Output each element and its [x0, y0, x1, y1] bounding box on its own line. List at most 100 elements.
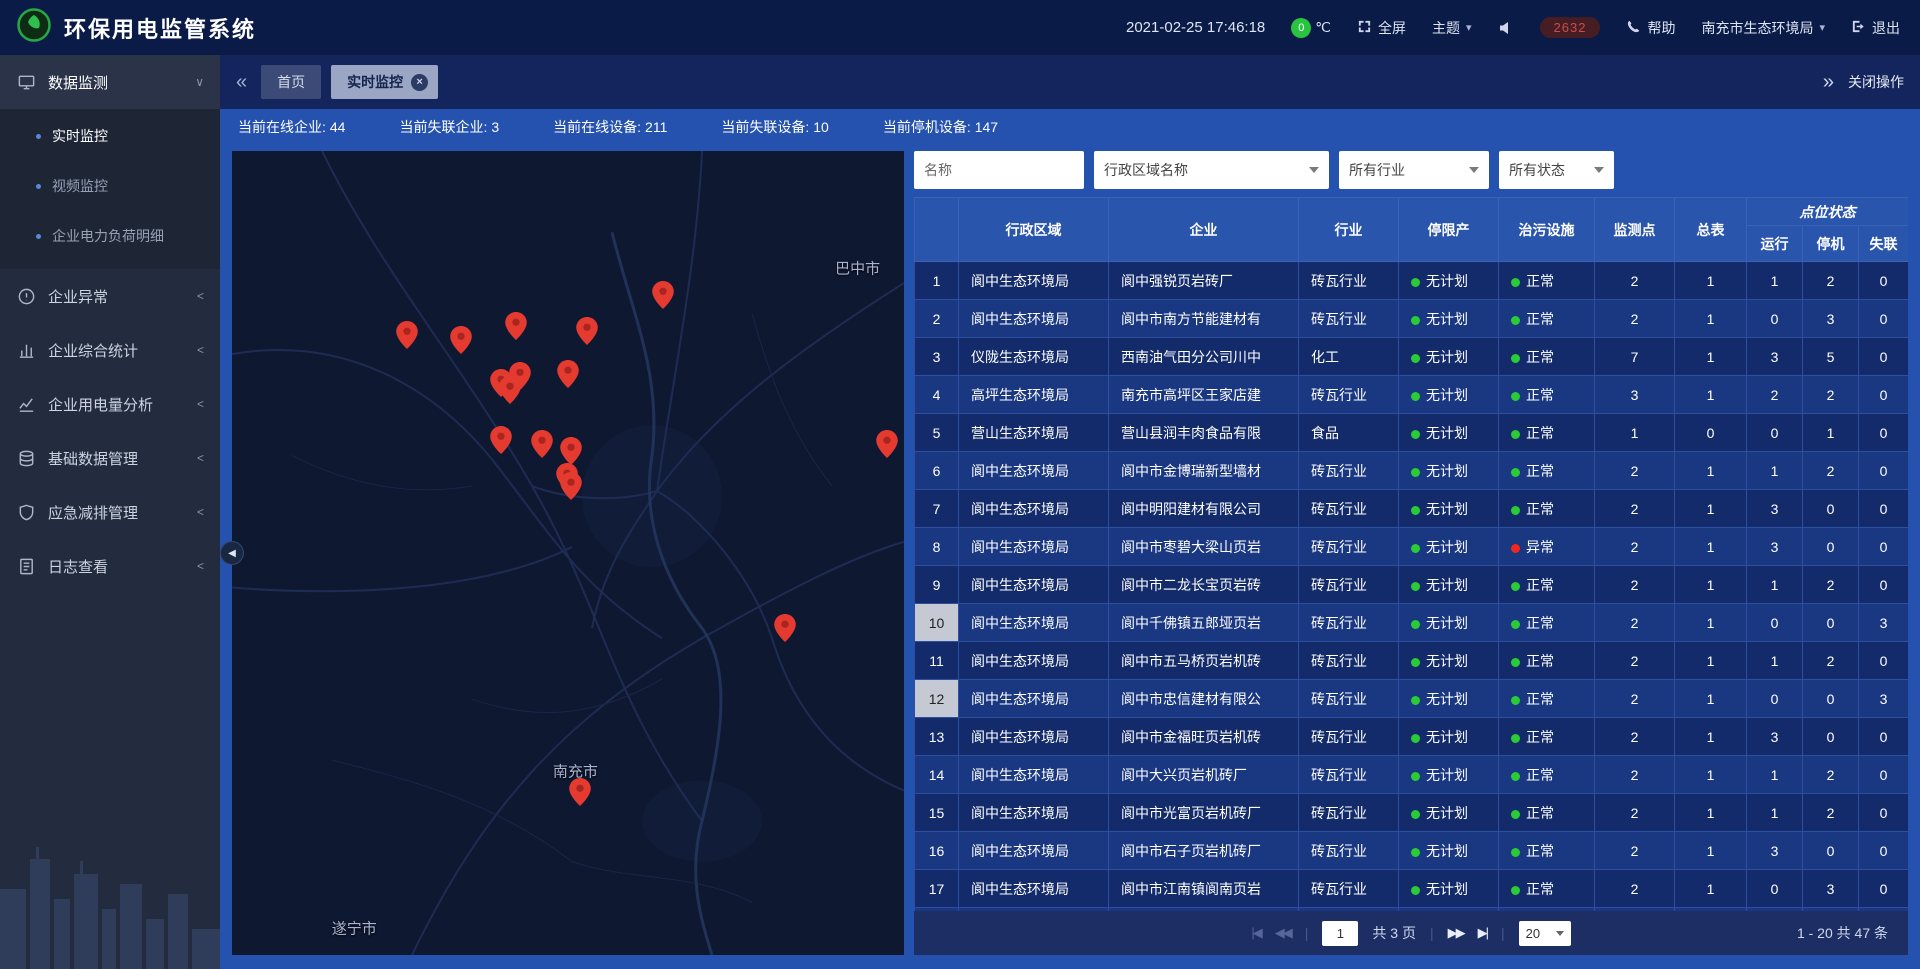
- sidebar-item-power-analysis[interactable]: 企业用电量分析<: [0, 377, 220, 431]
- table-row[interactable]: 10阆中生态环境局阆中千佛镇五郎垭页岩砖瓦行业无计划正常21003: [915, 604, 1909, 642]
- table-row[interactable]: 3仪陇生态环境局西南油气田分公司川中化工无计划正常71350: [915, 338, 1909, 376]
- tab-实时监控[interactable]: 实时监控×: [331, 65, 438, 99]
- speaker-icon[interactable]: [1498, 20, 1514, 36]
- table-row[interactable]: 4高坪生态环境局南充市高坪区王家店建砖瓦行业无计划正常31220: [915, 376, 1909, 414]
- table-row[interactable]: 9阆中生态环境局阆中市二龙长宝页岩砖砖瓦行业无计划正常21120: [915, 566, 1909, 604]
- sidebar-subitem[interactable]: 实时监控: [0, 111, 220, 161]
- table-row[interactable]: 13阆中生态环境局阆中市金福旺页岩机砖砖瓦行业无计划正常21300: [915, 718, 1909, 756]
- row-industry: 砖瓦行业: [1299, 452, 1399, 490]
- table-row[interactable]: 7阆中生态环境局阆中明阳建材有限公司砖瓦行业无计划正常21300: [915, 490, 1909, 528]
- theme-dropdown[interactable]: 主题 ▾: [1432, 18, 1472, 38]
- row-lost: 0: [1859, 642, 1909, 680]
- row-meters: 1: [1675, 338, 1747, 376]
- table-row[interactable]: 16阆中生态环境局阆中市石子页岩机砖厂砖瓦行业无计划正常21300: [915, 832, 1909, 870]
- sidebar-subitem[interactable]: 企业电力负荷明细: [0, 211, 220, 261]
- alert-count-badge[interactable]: 2632: [1540, 17, 1601, 38]
- status-dot-icon: [1411, 468, 1420, 477]
- map-pin-icon[interactable]: [560, 472, 582, 500]
- row-points: 2: [1595, 566, 1675, 604]
- sidebar-item-data-monitor[interactable]: 数据监测∨: [0, 55, 220, 109]
- row-lost: 0: [1859, 262, 1909, 300]
- org-dropdown[interactable]: 南充市生态环境局 ▾: [1701, 18, 1825, 38]
- logout-button[interactable]: 退出: [1851, 18, 1900, 38]
- fullscreen-button[interactable]: 全屏: [1357, 18, 1406, 38]
- sidebar-item-logs[interactable]: 日志查看<: [0, 539, 220, 593]
- map-pin-icon[interactable]: [876, 430, 898, 458]
- weather-temp: 0 ℃: [1291, 18, 1331, 38]
- brand: 环保用电监管系统: [0, 7, 420, 48]
- tab-首页[interactable]: 首页: [261, 65, 321, 99]
- sidebar-item-emergency[interactable]: 应急减排管理<: [0, 485, 220, 539]
- tabs-scroll-right-icon[interactable]: »: [1823, 71, 1834, 94]
- map-pin-icon[interactable]: [450, 326, 472, 354]
- table-row[interactable]: 12阆中生态环境局阆中市忠信建材有限公砖瓦行业无计划正常21003: [915, 680, 1909, 718]
- collapse-map-button[interactable]: ◀: [220, 541, 244, 565]
- row-industry: 砖瓦行业: [1299, 870, 1399, 908]
- row-region: 阆中生态环境局: [959, 870, 1109, 908]
- map-pin-icon[interactable]: [499, 376, 521, 404]
- tab-close-icon[interactable]: ×: [411, 74, 428, 91]
- row-lost: 0: [1859, 452, 1909, 490]
- sidebar-item-base-data[interactable]: 基础数据管理<: [0, 431, 220, 485]
- map-pin-icon[interactable]: [396, 321, 418, 349]
- map-panel[interactable]: ◀: [232, 151, 904, 955]
- tabs-scroll-left-icon[interactable]: «: [236, 72, 247, 92]
- row-stop: 5: [1803, 338, 1859, 376]
- map-pin-icon[interactable]: [560, 437, 582, 465]
- sidebar-subitem[interactable]: 视频监控: [0, 161, 220, 211]
- table-row[interactable]: 14阆中生态环境局阆中大兴页岩机砖厂砖瓦行业无计划正常21120: [915, 756, 1909, 794]
- row-meters: 1: [1675, 832, 1747, 870]
- table-row[interactable]: 6阆中生态环境局阆中市金博瑞新型墙材砖瓦行业无计划正常21120: [915, 452, 1909, 490]
- page-number-input[interactable]: [1322, 921, 1358, 946]
- map-pin-icon[interactable]: [490, 426, 512, 454]
- total-pages-label: 共 3 页: [1372, 923, 1416, 943]
- row-meters: 1: [1675, 490, 1747, 528]
- map-pin-icon[interactable]: [774, 614, 796, 642]
- status-filter-select[interactable]: 所有状态: [1499, 151, 1614, 189]
- status-dot-icon: [1411, 848, 1420, 857]
- map-pin-icon[interactable]: [576, 317, 598, 345]
- row-limit-status: 无计划: [1399, 870, 1499, 908]
- row-industry: 砖瓦行业: [1299, 528, 1399, 566]
- page-size-select[interactable]: 20: [1519, 921, 1571, 946]
- table-row[interactable]: 17阆中生态环境局阆中市江南镇阆南页岩砖瓦行业无计划正常21030: [915, 870, 1909, 908]
- sidebar-item-company-stats[interactable]: 企业综合统计<: [0, 323, 220, 377]
- next-page-button[interactable]: ▶▶: [1448, 925, 1464, 941]
- close-operations-button[interactable]: 关闭操作: [1848, 72, 1904, 92]
- table-row[interactable]: 5营山生态环境局营山县润丰肉食品有限食品无计划正常10010: [915, 414, 1909, 452]
- status-dot-icon: [1511, 316, 1520, 325]
- map-pin-icon[interactable]: [557, 360, 579, 388]
- row-industry: 砖瓦行业: [1299, 604, 1399, 642]
- row-run: 1: [1747, 794, 1803, 832]
- first-page-button[interactable]: |◀: [1251, 925, 1260, 941]
- prev-page-button[interactable]: ◀◀: [1275, 925, 1291, 941]
- table-row[interactable]: 1阆中生态环境局阆中强锐页岩砖厂砖瓦行业无计划正常21120: [915, 262, 1909, 300]
- row-limit-status: 无计划: [1399, 262, 1499, 300]
- table-row[interactable]: 8阆中生态环境局阆中市枣碧大梁山页岩砖瓦行业无计划异常21300: [915, 528, 1909, 566]
- row-meters: 1: [1675, 262, 1747, 300]
- region-filter-select[interactable]: 行政区域名称: [1094, 151, 1329, 189]
- sidebar-item-company-abnormal[interactable]: 企业异常<: [0, 269, 220, 323]
- table-row[interactable]: 2阆中生态环境局阆中市南方节能建材有砖瓦行业无计划正常21030: [915, 300, 1909, 338]
- row-region: 阆中生态环境局: [959, 452, 1109, 490]
- map-pin-icon[interactable]: [569, 778, 591, 806]
- last-page-button[interactable]: ▶|: [1478, 925, 1487, 941]
- caret-down-icon: [1556, 931, 1564, 936]
- industry-filter-select[interactable]: 所有行业: [1339, 151, 1489, 189]
- map-pin-icon[interactable]: [652, 281, 674, 309]
- table-row[interactable]: 11阆中生态环境局阆中市五马桥页岩机砖砖瓦行业无计划正常21120: [915, 642, 1909, 680]
- table-row[interactable]: 15阆中生态环境局阆中市光富页岩机砖厂砖瓦行业无计划正常21120: [915, 794, 1909, 832]
- map-pin-icon[interactable]: [505, 312, 527, 340]
- status-dot-icon: [1511, 810, 1520, 819]
- chevron-icon: <: [197, 451, 204, 465]
- name-filter-input[interactable]: [914, 151, 1084, 189]
- row-run: 0: [1747, 414, 1803, 452]
- map-canvas[interactable]: 巴中市南充市遂宁市: [232, 151, 904, 955]
- row-index: 4: [915, 376, 959, 414]
- row-stop: 2: [1803, 566, 1859, 604]
- row-lost: 0: [1859, 376, 1909, 414]
- map-pin-icon[interactable]: [531, 430, 553, 458]
- col-points: 监测点: [1595, 198, 1675, 262]
- row-points: 2: [1595, 756, 1675, 794]
- help-button[interactable]: 帮助: [1626, 18, 1675, 38]
